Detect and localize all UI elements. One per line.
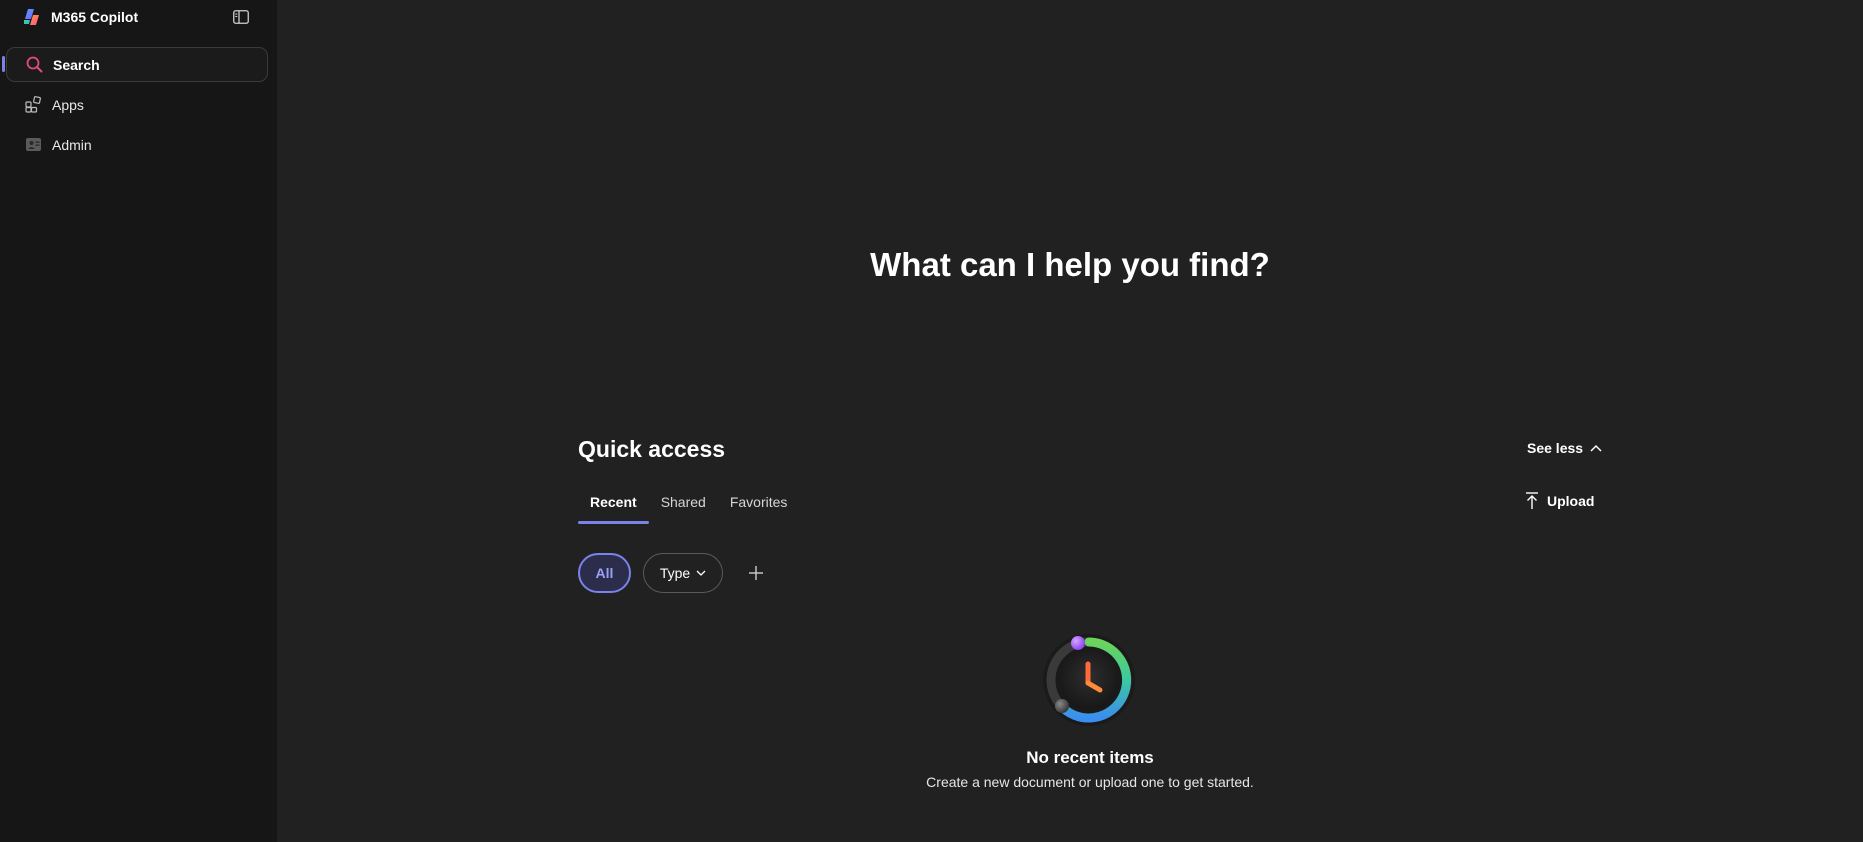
filter-chips: All Type [578, 553, 771, 593]
sidebar-item-search[interactable]: Search [6, 47, 268, 82]
app-title: M365 Copilot [51, 9, 139, 25]
chevron-up-icon [1590, 444, 1602, 452]
sidebar-toggle-button[interactable] [231, 8, 251, 26]
add-filter-button[interactable] [741, 558, 771, 588]
copilot-logo-icon [24, 9, 39, 25]
empty-state-subtitle: Create a new document or upload one to g… [926, 774, 1254, 790]
filter-type-label: Type [659, 565, 691, 581]
upload-label: Upload [1547, 493, 1595, 509]
search-icon [25, 56, 43, 74]
panel-toggle-icon [233, 10, 249, 24]
see-less-button[interactable]: See less [1527, 440, 1602, 456]
filter-all-chip[interactable]: All [578, 553, 631, 593]
filter-type-dropdown[interactable]: Type [643, 553, 723, 593]
chevron-down-icon [696, 570, 706, 576]
recent-clock-illustration-icon [1043, 634, 1135, 726]
plus-icon [749, 566, 763, 580]
tab-shared[interactable]: Shared [649, 492, 718, 524]
brand[interactable]: M365 Copilot [22, 7, 138, 27]
quick-access-tabs: Recent Shared Favorites [578, 492, 799, 524]
hero-heading: What can I help you find? [870, 246, 1270, 283]
sidebar-item-label: Search [53, 56, 100, 73]
upload-icon [1526, 492, 1538, 509]
upload-button[interactable]: Upload [1525, 492, 1594, 510]
apps-icon [24, 96, 42, 114]
tab-favorites[interactable]: Favorites [718, 492, 800, 524]
empty-state-title: No recent items [1026, 748, 1154, 767]
see-less-label: See less [1527, 440, 1584, 456]
sidebar: M365 Copilot Search Apps Admin [0, 0, 277, 842]
sidebar-item-label: Apps [52, 96, 84, 113]
sidebar-item-label: Admin [52, 136, 92, 153]
active-nav-indicator [2, 56, 5, 72]
sidebar-item-admin[interactable]: Admin [6, 127, 268, 162]
admin-icon [24, 136, 42, 154]
sidebar-item-apps[interactable]: Apps [6, 87, 268, 122]
tab-recent[interactable]: Recent [578, 492, 649, 524]
filter-all-label: All [595, 565, 614, 581]
quick-access-title: Quick access [578, 436, 726, 462]
